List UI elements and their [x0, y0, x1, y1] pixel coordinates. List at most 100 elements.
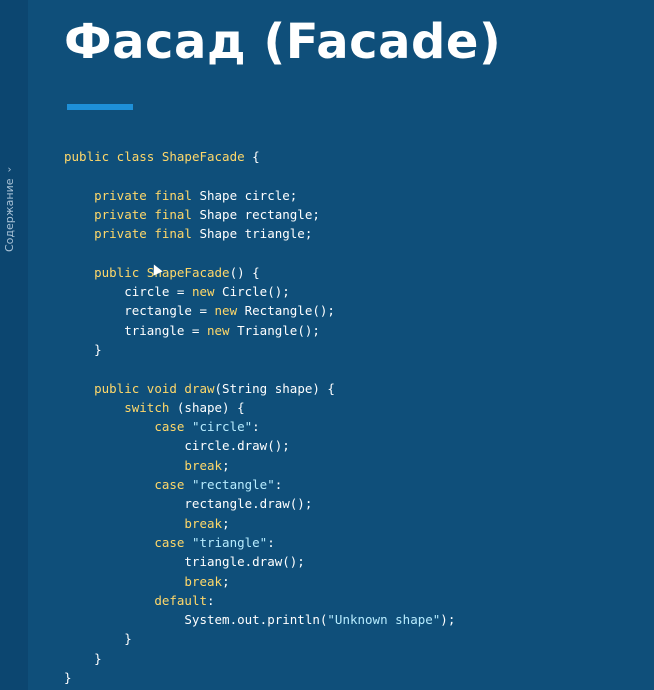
- code-token: case: [154, 419, 192, 435]
- code-token: rectangle =: [64, 303, 215, 319]
- code-token: Triangle();: [237, 322, 320, 338]
- code-token: case: [154, 534, 192, 550]
- code-token: public: [94, 264, 147, 280]
- code-line: break;: [64, 572, 455, 591]
- code-line: }: [64, 649, 455, 668]
- contents-tab-label: Содержание: [3, 178, 16, 252]
- code-line: public ShapeFacade() {: [64, 263, 455, 282]
- code-line: default:: [64, 591, 455, 610]
- code-line: }: [64, 340, 455, 359]
- code-token: private final: [94, 206, 200, 222]
- code-token: new: [207, 322, 238, 338]
- code-token: circle =: [64, 284, 192, 300]
- code-token: :: [207, 592, 215, 608]
- code-line: triangle.draw();: [64, 552, 455, 571]
- code-token: Rectangle();: [244, 303, 335, 319]
- code-token: triangle.draw();: [64, 554, 305, 570]
- code-line: public void draw(String shape) {: [64, 379, 455, 398]
- code-line: case "triangle":: [64, 533, 455, 552]
- code-line: }: [64, 629, 455, 648]
- code-token: break: [184, 573, 223, 589]
- code-token: System.out.println(: [64, 612, 328, 628]
- code-token: ;: [222, 457, 230, 473]
- code-token: (shape) {: [176, 399, 245, 415]
- code-token: (String shape) {: [214, 380, 335, 396]
- code-token: :: [252, 419, 260, 435]
- code-line: }: [64, 668, 455, 687]
- code-line: break;: [64, 456, 455, 475]
- code-block: public class ShapeFacade { private final…: [64, 147, 455, 687]
- sidebar: Содержание ›: [0, 0, 28, 690]
- code-line: rectangle.draw();: [64, 494, 455, 513]
- code-token: ShapeFacade: [161, 149, 245, 164]
- code-token: draw: [184, 380, 215, 396]
- slide-title: Фасад (Facade): [64, 14, 502, 70]
- code-token: }: [64, 650, 102, 666]
- code-line: private final Shape triangle;: [64, 224, 455, 243]
- code-token: );: [440, 612, 456, 628]
- code-token: break: [184, 515, 223, 531]
- code-token: Circle();: [222, 284, 290, 300]
- code-token: ;: [222, 573, 230, 589]
- code-line: switch (shape) {: [64, 398, 455, 417]
- code-token: circle.draw();: [64, 438, 290, 454]
- code-token: "rectangle": [191, 477, 275, 493]
- code-token: private final: [94, 187, 200, 203]
- code-token: "Unknown shape": [327, 612, 441, 628]
- code-token: {: [244, 149, 260, 164]
- code-token: rectangle.draw();: [64, 496, 313, 512]
- code-token: triangle =: [64, 322, 207, 338]
- code-line: rectangle = new Rectangle();: [64, 301, 455, 320]
- contents-tab[interactable]: Содержание ›: [0, 140, 22, 260]
- code-line: circle = new Circle();: [64, 282, 455, 301]
- code-token: case: [154, 477, 192, 493]
- code-token: "circle": [191, 419, 253, 435]
- code-token: Shape circle;: [199, 187, 298, 203]
- code-token: private final: [94, 226, 200, 242]
- code-token: ;: [222, 515, 230, 531]
- code-line: private final Shape rectangle;: [64, 205, 455, 224]
- code-line: circle.draw();: [64, 436, 455, 455]
- code-token: }: [64, 341, 102, 357]
- code-line: break;: [64, 514, 455, 533]
- code-line: public class ShapeFacade {: [64, 147, 455, 166]
- code-token: }: [64, 670, 72, 686]
- code-token: default: [154, 592, 207, 608]
- code-token: new: [214, 303, 245, 319]
- code-line: private final Shape circle;: [64, 186, 455, 205]
- code-token: Shape rectangle;: [199, 206, 320, 222]
- code-token: break: [184, 457, 223, 473]
- code-token: switch: [124, 399, 177, 415]
- code-token: :: [274, 477, 283, 493]
- code-line: triangle = new Triangle();: [64, 321, 455, 340]
- chevron-down-icon: ›: [7, 164, 12, 176]
- code-token: new: [191, 284, 223, 300]
- code-line: System.out.println("Unknown shape");: [64, 610, 455, 629]
- title-accent-bar: [67, 104, 133, 110]
- code-token: Shape triangle;: [199, 226, 313, 242]
- code-token: public class: [64, 149, 162, 164]
- code-token: }: [64, 631, 132, 647]
- code-token: "triangle": [191, 534, 268, 550]
- code-token: public void: [94, 380, 185, 396]
- code-token: :: [267, 534, 275, 550]
- code-token: () {: [229, 264, 260, 280]
- code-line: case "circle":: [64, 417, 455, 436]
- code-line: case "rectangle":: [64, 475, 455, 494]
